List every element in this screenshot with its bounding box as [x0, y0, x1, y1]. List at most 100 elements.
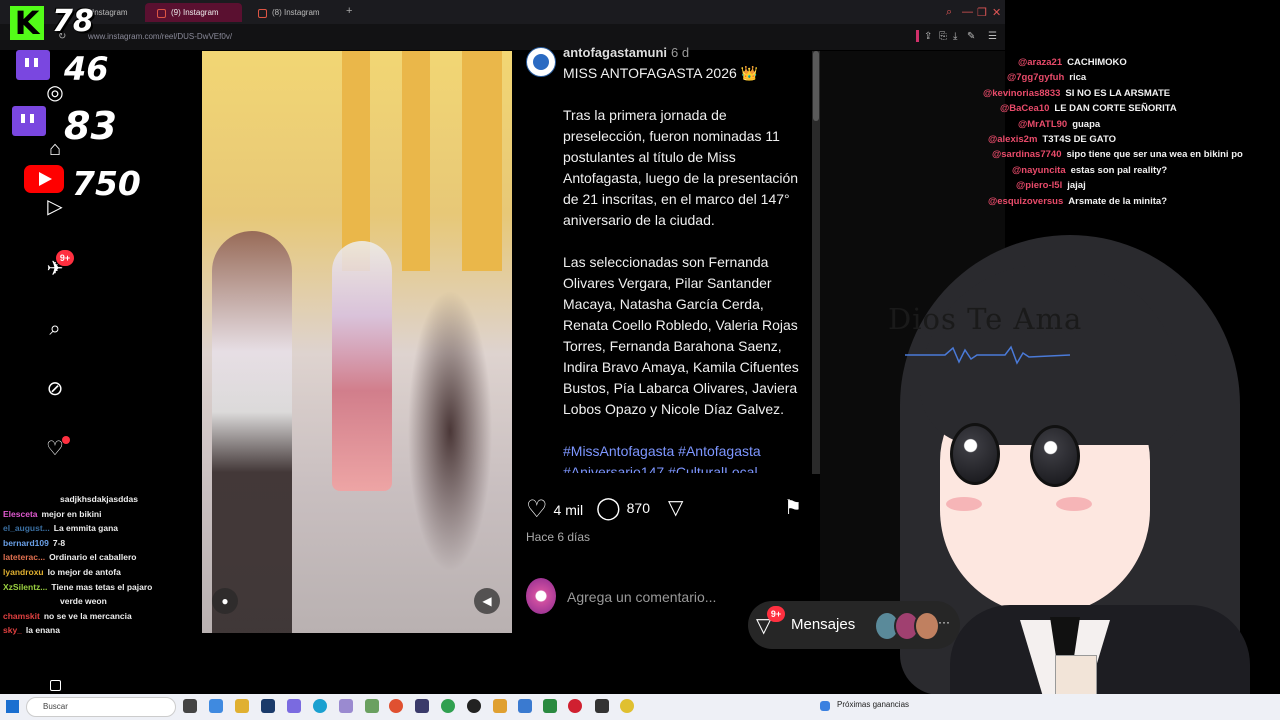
chat-username[interactable]: @alexis2m: [988, 134, 1037, 145]
dios-te-ama-text: Dios Te Ama: [888, 302, 1083, 336]
app-icon[interactable]: [518, 699, 532, 713]
app-icon[interactable]: [620, 699, 634, 713]
bookmark-icon: ⚑: [784, 497, 802, 519]
chat-text: verde weon: [60, 596, 107, 607]
reels-icon[interactable]: ▷: [44, 196, 66, 218]
chat-username[interactable]: @araza21: [1018, 57, 1062, 68]
user-tag-icon[interactable]: ●: [212, 588, 238, 614]
author-avatar[interactable]: [526, 47, 556, 77]
share-icon[interactable]: ⇪: [924, 31, 932, 42]
chat-message: Elesceta mejor en bikini: [3, 509, 102, 519]
activity-dot: [62, 436, 70, 444]
chat-text: estas son pal reality?: [1070, 164, 1168, 176]
chat-username[interactable]: Elesceta: [3, 509, 38, 519]
chat-username[interactable]: @MrATL90: [1018, 119, 1067, 130]
app-icon[interactable]: [493, 699, 507, 713]
chat-username[interactable]: lateterac...: [3, 552, 45, 562]
tab-instagram-3[interactable]: (8) Instagram: [246, 3, 342, 22]
chat-username[interactable]: chamskit: [3, 611, 40, 621]
close-button[interactable]: ✕: [992, 6, 1001, 19]
url-field[interactable]: www.instagram.com/reel/DUS-DwVEf0v/: [88, 32, 232, 41]
reel-video[interactable]: ● ◀: [202, 51, 512, 633]
chat-text: La emmita gana: [53, 523, 119, 534]
comment-count: 870: [626, 500, 650, 516]
chat-message: bernard109 7-8: [3, 538, 65, 548]
like-button[interactable]: ♡ 4 mil: [526, 495, 583, 524]
chat-username[interactable]: bernard109: [3, 538, 49, 548]
download-icon[interactable]: ⤓: [953, 31, 957, 42]
edge-icon[interactable]: [313, 699, 327, 713]
obs-icon[interactable]: [467, 699, 481, 713]
translate-icon[interactable]: ⎘: [939, 31, 947, 42]
menu-icon[interactable]: ☰: [988, 31, 997, 42]
app-icon[interactable]: [543, 699, 557, 713]
chat-username[interactable]: @BaCea10: [1000, 103, 1049, 114]
chat-username[interactable]: @nayuncita: [1012, 165, 1066, 176]
chat-text: Tiene mas tetas el pajaro: [51, 581, 153, 592]
chat-username[interactable]: @7gg7gyfuh: [1007, 72, 1064, 83]
post-age: 6 d: [671, 45, 690, 60]
chat-username[interactable]: sky_: [3, 625, 22, 635]
new-tab-button[interactable]: +: [346, 5, 352, 17]
video-pillar: [342, 51, 370, 271]
chat-username[interactable]: @kevinorias8833: [983, 88, 1060, 99]
portrait-card: [1055, 655, 1097, 695]
app-icon[interactable]: [365, 699, 379, 713]
taskbar-search[interactable]: Buscar: [26, 697, 176, 717]
folder-icon[interactable]: [235, 699, 249, 713]
app-icon[interactable]: [287, 699, 301, 713]
tab-instagram-2[interactable]: (9) Instagram: [145, 3, 242, 22]
chrome-icon[interactable]: [441, 699, 455, 713]
mute-icon[interactable]: ◀: [474, 588, 500, 614]
chat-username[interactable]: @esquizoversus: [988, 196, 1063, 207]
left-eye: [950, 423, 1000, 485]
explore-icon[interactable]: ⊘: [44, 378, 66, 400]
app-icon[interactable]: [261, 699, 275, 713]
chat-text: jajaj: [1067, 180, 1086, 192]
chat-message: @alexis2m T3T4S DE GATO: [988, 134, 1116, 149]
home-icon[interactable]: ⌂: [44, 138, 66, 160]
bookmark-marker: [916, 30, 919, 42]
app-icon[interactable]: [339, 699, 353, 713]
minimize-button[interactable]: —: [962, 6, 973, 18]
ai-icon[interactable]: ✎: [967, 31, 975, 42]
chat-message: @nayuncita estas son pal reality?: [1012, 165, 1167, 180]
app-icon[interactable]: [415, 699, 429, 713]
chat-username[interactable]: @sardinas7740: [992, 149, 1061, 160]
instagram-icon: [258, 9, 267, 18]
video-pillar: [462, 51, 502, 271]
author-username[interactable]: antofagastamuni: [563, 45, 667, 60]
taskbar-widget-text[interactable]: Próximas ganancias: [837, 700, 909, 709]
windows-taskbar: Buscar Próximas ganancias: [0, 694, 1280, 720]
chat-text: Arsmate de la minita?: [1068, 195, 1167, 207]
comment-button[interactable]: ◯ 870: [596, 495, 650, 521]
share-button[interactable]: ▽: [668, 495, 683, 520]
comment-input[interactable]: Agrega un comentario...: [567, 589, 716, 605]
more-icon[interactable]: [50, 680, 61, 691]
search-icon[interactable]: ⌕: [946, 6, 952, 19]
start-icon[interactable]: [6, 700, 19, 713]
caption-paragraph: Tras la primera jornada de preselección,…: [563, 107, 799, 228]
chat-username[interactable]: el_august...: [3, 523, 50, 533]
chat-message: XzSilentz... Tiene mas tetas el pajaro: [3, 582, 152, 592]
chat-username[interactable]: lyandroxu: [3, 567, 44, 577]
maximize-button[interactable]: ❐: [977, 6, 987, 19]
messages-button[interactable]: ▽ 9+ Mensajes ···: [748, 601, 960, 649]
caption-scrollbar[interactable]: [812, 51, 820, 474]
save-button[interactable]: ⚑: [784, 495, 802, 520]
app-icon[interactable]: [209, 699, 223, 713]
chat-username[interactable]: @piero-l5l: [1016, 180, 1062, 191]
app-icon[interactable]: [595, 699, 609, 713]
youtube-count: 750: [72, 164, 141, 203]
caption-hashtags[interactable]: #MissAntofagasta #Antofagasta #Aniversar…: [563, 441, 808, 473]
chat-text: LE DAN CORTE SEÑORITA: [1054, 103, 1177, 115]
chat-message: @esquizoversus Arsmate de la minita?: [988, 196, 1167, 211]
chat-message: chamskit no se ve la mercancia: [3, 611, 132, 621]
chat-username[interactable]: XzSilentz...: [3, 582, 47, 592]
instagram-logo-icon[interactable]: ◎: [44, 82, 66, 104]
firefox-icon[interactable]: [389, 699, 403, 713]
opera-icon[interactable]: [568, 699, 582, 713]
task-view-icon[interactable]: [183, 699, 197, 713]
search-icon[interactable]: ⌕: [44, 318, 66, 340]
caption-title: MISS ANTOFAGASTA 2026 👑: [563, 65, 759, 81]
